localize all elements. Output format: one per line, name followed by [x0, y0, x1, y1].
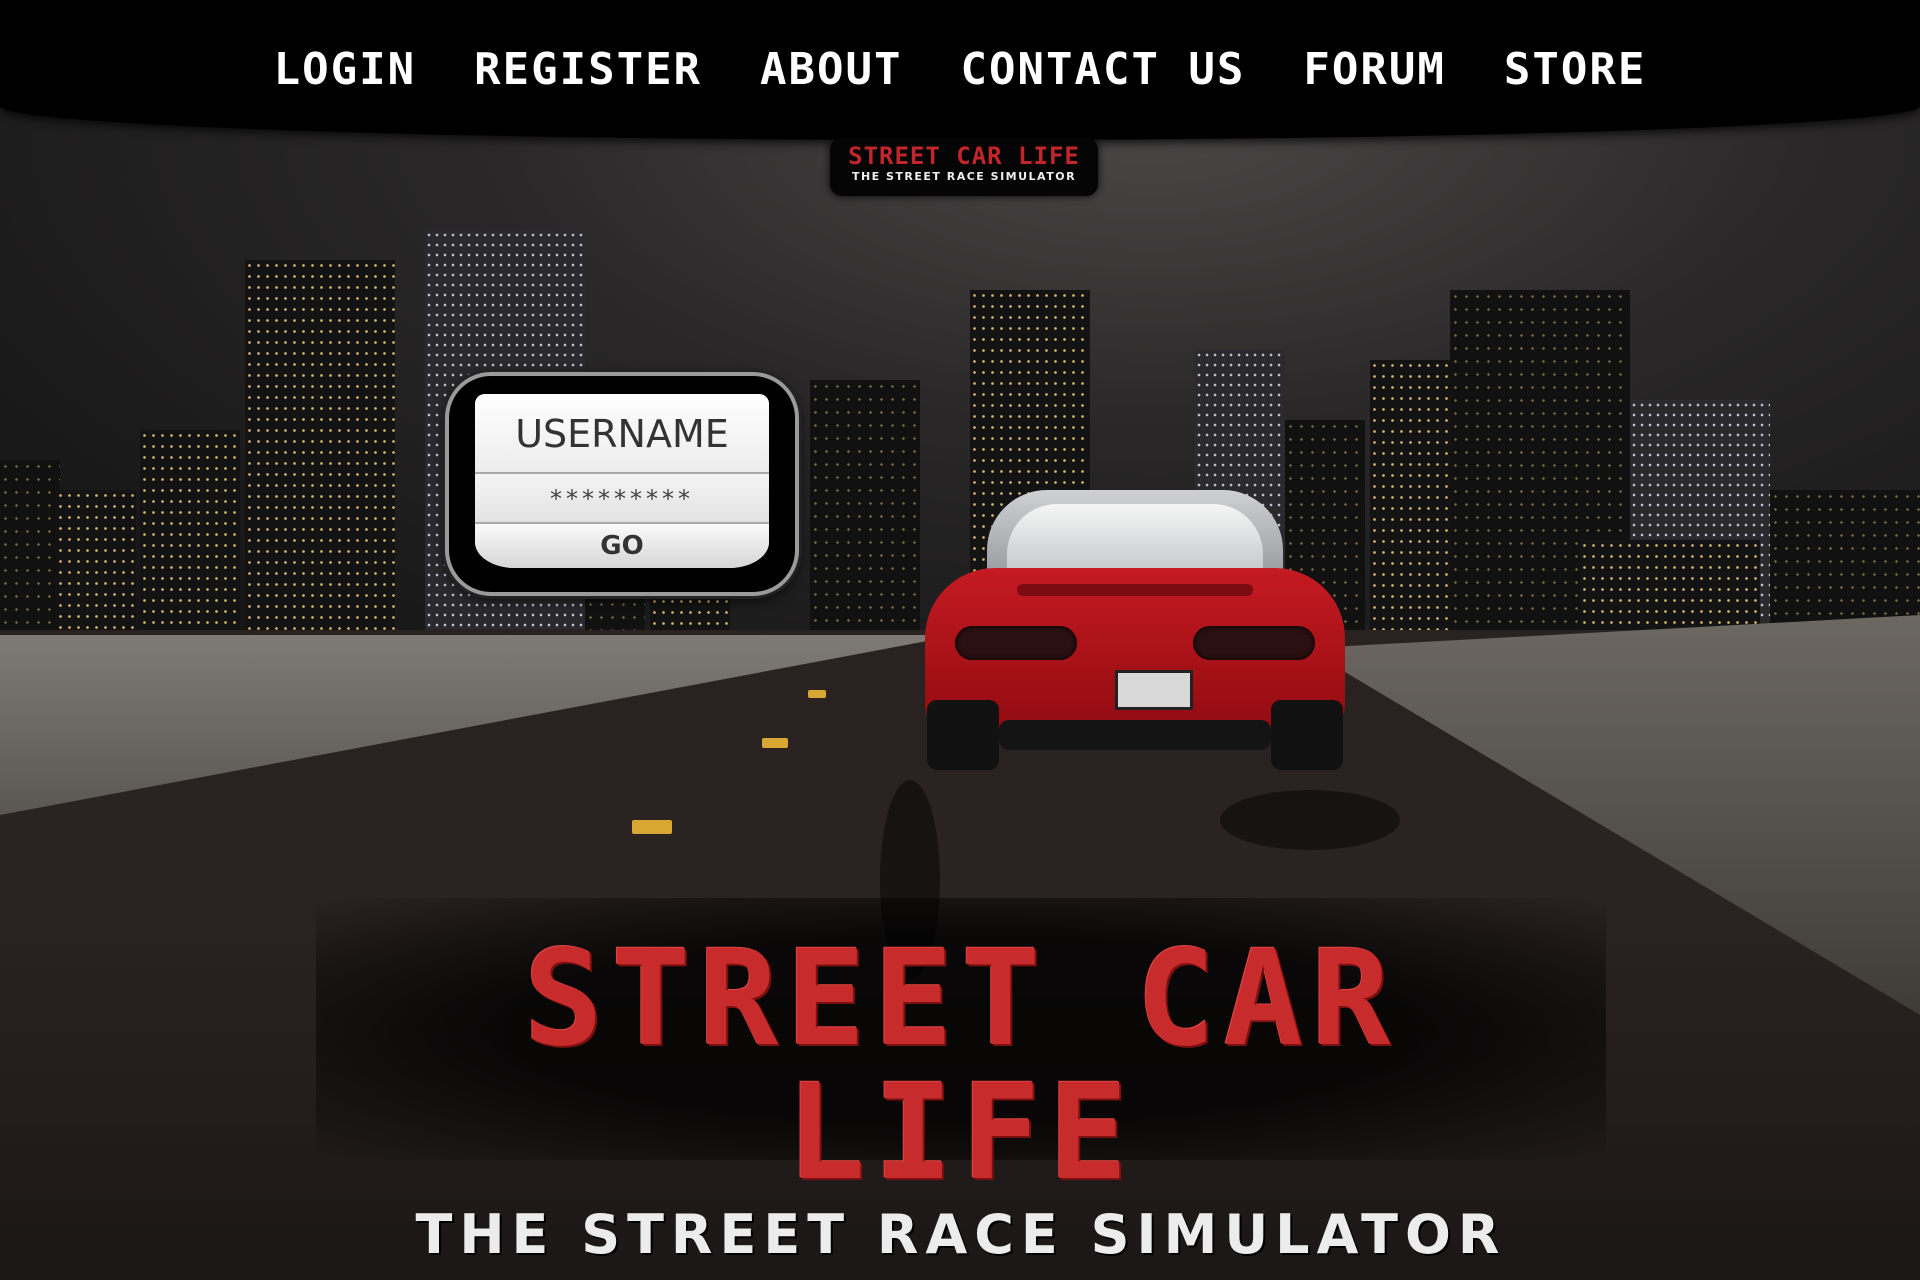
login-form: USERNAME ********* GO	[475, 394, 769, 568]
nav-menu: LOGIN REGISTER ABOUT CONTACT US FORUM ST…	[0, 44, 1920, 95]
go-button[interactable]: GO	[475, 524, 769, 568]
building	[140, 430, 240, 650]
nav-about[interactable]: ABOUT	[760, 44, 902, 95]
hero-logo: STREET CAR LIFE THE STREET RACE SIMULATO…	[316, 898, 1606, 1266]
hero-logo-title: STREET CAR LIFE	[523, 922, 1399, 1210]
building	[56, 490, 136, 650]
password-field[interactable]: *********	[475, 474, 769, 524]
page: LOGIN REGISTER ABOUT CONTACT US FORUM ST…	[0, 0, 1920, 1280]
building	[1370, 360, 1450, 650]
username-field[interactable]: USERNAME	[475, 394, 769, 474]
login-box: USERNAME ********* GO	[445, 372, 799, 596]
header-logo[interactable]: STREET CAR LIFE THE STREET RACE SIMULATO…	[830, 138, 1098, 196]
nav-forum[interactable]: FORUM	[1303, 44, 1445, 95]
header-logo-title: STREET CAR LIFE	[848, 142, 1080, 170]
right-rear-tire	[1271, 700, 1343, 770]
nav-store[interactable]: STORE	[1504, 44, 1646, 95]
tire-skid-mark	[1220, 790, 1400, 850]
nav-register[interactable]: REGISTER	[474, 44, 702, 95]
hero-logo-subtitle: THE STREET RACE SIMULATOR	[415, 1203, 1507, 1266]
left-rear-tire	[927, 700, 999, 770]
nav-contact-us[interactable]: CONTACT US	[961, 44, 1246, 95]
lane-marking	[808, 690, 826, 698]
building	[0, 460, 60, 650]
right-tail-light	[1193, 626, 1315, 660]
nav-login[interactable]: LOGIN	[274, 44, 416, 95]
car-underbody	[999, 720, 1271, 750]
license-plate	[1115, 670, 1193, 710]
left-tail-light	[955, 626, 1077, 660]
building	[245, 260, 395, 650]
lane-marking	[762, 738, 788, 748]
building	[810, 380, 920, 650]
lane-marking	[632, 820, 672, 834]
header-logo-subtitle: THE STREET RACE SIMULATOR	[851, 170, 1077, 183]
red-sports-car	[925, 490, 1345, 770]
car-spoiler	[1017, 584, 1253, 596]
top-navigation-bar: LOGIN REGISTER ABOUT CONTACT US FORUM ST…	[0, 0, 1920, 140]
